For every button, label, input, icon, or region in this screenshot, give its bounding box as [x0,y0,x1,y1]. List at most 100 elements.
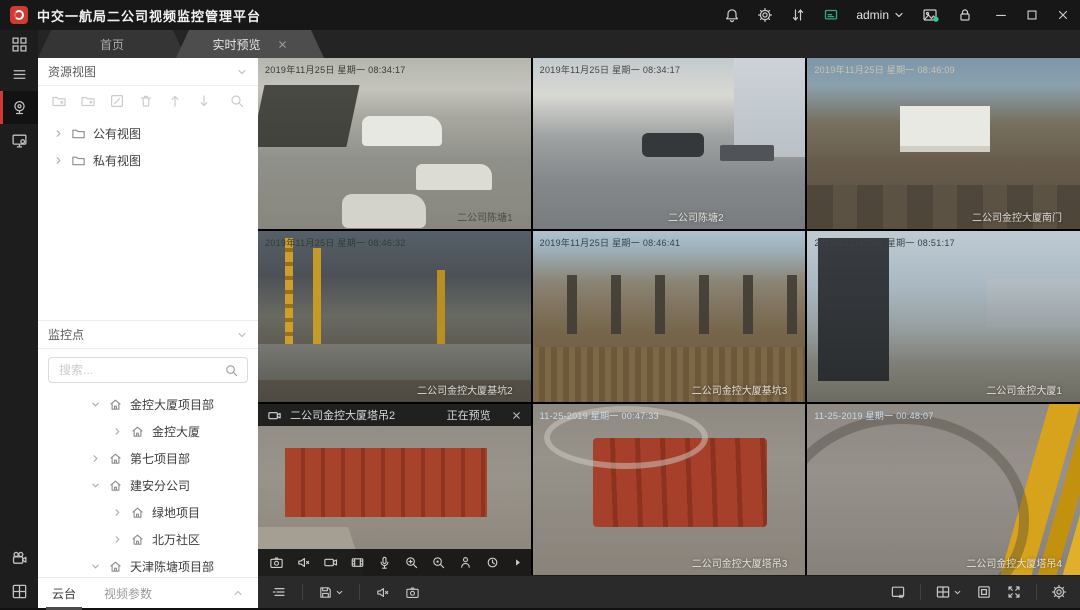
rail-live-video-button[interactable] [0,91,38,124]
search-input[interactable] [57,362,224,378]
chevron-right-icon[interactable] [90,453,101,464]
close-window-icon[interactable] [1056,8,1070,22]
chevron-right-icon[interactable] [53,155,64,166]
tab-close-icon[interactable] [277,39,288,50]
rail-menu-button[interactable] [0,58,38,91]
bottom-toolbar [258,575,1080,608]
collapse-panel-icon[interactable] [271,584,287,600]
fullscreen-icon[interactable] [1006,584,1022,600]
tree-node-site[interactable]: 第七项目部 [38,445,258,472]
tree-node-label: 金控大厦项目部 [130,396,214,413]
chevron-right-icon[interactable] [112,426,123,437]
grid-settings-icon[interactable] [1051,584,1067,600]
chevron-right-icon[interactable] [53,128,64,139]
snapshot-icon[interactable] [269,555,284,570]
rail-apps-button[interactable] [0,30,38,58]
snapshot-all-icon[interactable] [405,585,420,600]
move-up-icon[interactable] [167,93,183,109]
more-tools-icon[interactable] [512,557,523,568]
monitor-gear-icon [11,132,28,149]
video-cell-1[interactable]: 2019年11月25日 星期一 08:34:17 二公司陈塘1 [258,58,531,229]
tree-node-private-views[interactable]: 私有视图 [38,147,258,174]
search-view-icon[interactable] [229,93,245,109]
chevron-right-icon[interactable] [112,507,123,518]
monitor-status-icon[interactable] [823,7,839,23]
tree-node-site[interactable]: 建安分公司 [38,472,258,499]
add-view-icon[interactable] [80,93,96,109]
chevron-right-icon[interactable] [112,534,123,545]
zoom-3d-icon[interactable] [431,555,446,570]
tree-node-site[interactable]: 绿地项目 [38,499,258,526]
audio-mute-icon[interactable] [296,555,311,570]
timed-snapshot-icon[interactable] [485,555,500,570]
save-view-button[interactable] [318,585,344,600]
osd-channel-name: 二公司金控大厦南门 [972,209,1062,224]
tree-node-label: 绿地项目 [152,504,200,521]
tab-home[interactable]: 首页 [38,30,186,58]
pop-out-icon[interactable] [976,584,992,600]
search-box[interactable] [48,357,248,383]
video-feed [807,404,1080,575]
video-grid: 2019年11月25日 星期一 08:34:17 二公司陈塘1 2019年11月… [258,58,1080,575]
chevron-down-icon[interactable] [90,561,101,572]
chevron-down-icon[interactable] [236,329,248,341]
tree-node-site[interactable]: 金控大厦项目部 [38,391,258,418]
monitor-points-header[interactable]: 监控点 [38,320,258,349]
video-cell-3[interactable]: 2019年11月25日 星期一 08:46:09 二公司金控大厦南门 [807,58,1080,229]
microphone-icon[interactable] [377,555,392,570]
apps-grid-icon [11,36,28,53]
resource-view-title: 资源视图 [48,63,96,80]
rail-playback-button[interactable] [0,124,38,157]
tree-node-site[interactable]: 北万社区 [38,526,258,553]
rail-layout-button[interactable] [0,575,38,608]
user-menu[interactable]: admin [856,8,905,22]
record-icon[interactable] [323,555,338,570]
webcam-icon [11,99,28,116]
video-cell-6[interactable]: 2019年11月25日 星期一 08:51:17 二公司金控大厦1 [807,231,1080,402]
cell-close-icon[interactable] [511,410,522,421]
mute-all-icon[interactable] [375,585,390,600]
settings-gear-icon[interactable] [757,7,773,23]
video-cell-5[interactable]: 2019年11月25日 星期一 08:46:41 二公司金控大厦基坑3 [533,231,806,402]
delete-view-icon[interactable] [51,93,67,109]
home-icon [108,478,123,493]
tab-live-preview[interactable]: 实时预览 [176,30,324,58]
app-logo-icon [10,6,28,24]
move-down-icon[interactable] [196,93,212,109]
video-cell-8[interactable]: 11-25-2019 星期一 00:47:33 二公司金控大厦塔吊3 [533,404,806,575]
chevron-down-icon[interactable] [236,66,248,78]
tree-node-site[interactable]: 金控大厦 [38,418,258,445]
search-icon[interactable] [224,363,239,378]
tree-node-site[interactable]: 天津陈塘项目部 [38,553,258,577]
bell-icon[interactable] [724,7,740,23]
chevron-down-icon[interactable] [90,480,101,491]
lock-icon[interactable] [957,7,973,23]
minimize-icon[interactable] [994,8,1008,22]
chevron-up-icon[interactable] [232,587,244,599]
video-cell-7-selected[interactable]: 二公司金控大厦塔吊2 正在预览 [258,404,531,575]
tree-node-public-views[interactable]: 公有视图 [38,120,258,147]
resource-toolbar [38,86,258,116]
video-cell-4[interactable]: 2019年11月25日 星期一 08:46:32 二公司金控大厦基坑2 [258,231,531,402]
close-all-icon[interactable] [890,584,906,600]
chevron-down-icon[interactable] [90,399,101,410]
resource-view-header[interactable]: 资源视图 [38,58,258,86]
maximize-icon[interactable] [1025,8,1039,22]
tab-video-params[interactable]: 视频参数 [104,577,152,610]
video-cell-9[interactable]: 11-25-2019 星期一 00:48:07 二公司金控大厦塔吊4 [807,404,1080,575]
ptz-control-icon[interactable] [458,555,473,570]
video-cell-2[interactable]: 2019年11月25日 星期一 08:34:17 二公司陈塘2 [533,58,806,229]
home-icon [130,505,145,520]
tab-ptz[interactable]: 云台 [52,577,76,610]
osd-channel-name: 二公司金控大厦1 [986,382,1062,397]
rail-video-wall-button[interactable] [0,542,38,575]
sort-arrows-icon[interactable] [790,7,806,23]
screenshot-status-icon[interactable] [922,7,940,23]
trash-icon[interactable] [138,93,154,109]
edit-view-icon[interactable] [109,93,125,109]
zoom-in-icon[interactable] [404,555,419,570]
resource-tree: 公有视图 私有视图 [38,116,258,320]
layout-select-button[interactable] [935,584,962,600]
osd-timestamp: 2019年11月25日 星期一 08:46:32 [265,236,406,249]
playback-icon[interactable] [350,555,365,570]
